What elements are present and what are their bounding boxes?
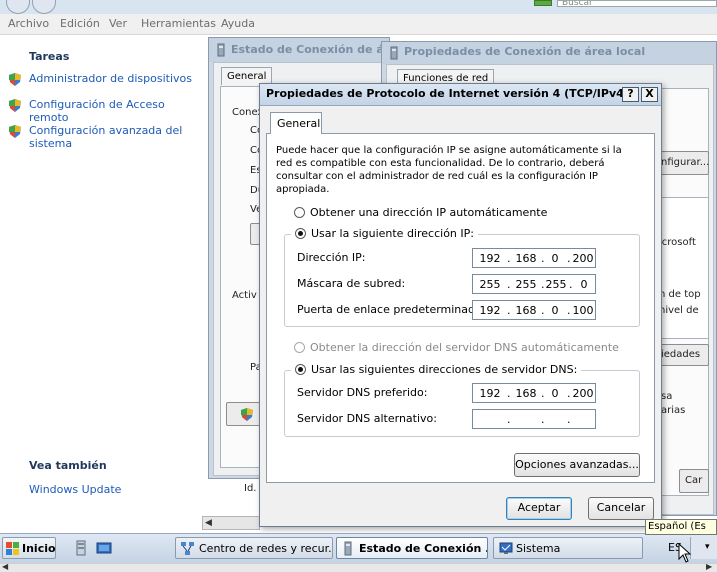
alternate-dns-label: Servidor DNS alternativo: bbox=[297, 412, 437, 425]
show-desktop-icon[interactable] bbox=[96, 540, 112, 556]
menu-bar: Archivo Edición Ver Herramientas Ayuda bbox=[0, 14, 717, 35]
link-windows-update[interactable]: Windows Update bbox=[29, 483, 121, 496]
tray-area: ▾ bbox=[690, 537, 717, 559]
scroll-right-icon[interactable]: ▶ bbox=[706, 562, 712, 571]
radio-manual-dns[interactable] bbox=[295, 364, 306, 375]
radio-manual-ip[interactable] bbox=[295, 228, 306, 239]
task-label: Centro de redes y recur... bbox=[199, 542, 333, 555]
list-item: nivel de bbox=[659, 305, 699, 316]
subnet-mask-label: Máscara de subred: bbox=[297, 277, 406, 290]
description-text: sa bbox=[661, 391, 673, 402]
shield-icon bbox=[9, 125, 21, 138]
search-input[interactable]: Buscar bbox=[557, 0, 717, 7]
network-icon bbox=[181, 542, 194, 555]
gateway-label: Puerta de enlace predeterminada: bbox=[297, 303, 486, 316]
screen-horizontal-scrollbar[interactable]: ◀ ▶ bbox=[0, 562, 717, 572]
radio-manual-dns-label[interactable]: Usar las siguientes direcciones de servi… bbox=[295, 362, 577, 377]
gateway-input[interactable]: 192. 168. 0. 100 bbox=[472, 300, 596, 320]
language-tooltip: Español (Es bbox=[645, 519, 717, 535]
task-system[interactable]: Sistema bbox=[493, 537, 643, 559]
tasks-sidebar: Tareas Administrador de dispositivos Con… bbox=[0, 35, 204, 533]
properties-button-label: iedades bbox=[661, 349, 701, 360]
configure-button-label: nfigurar... bbox=[661, 157, 710, 168]
dialog-title: Propiedades de Protocolo de Internet ver… bbox=[266, 87, 629, 100]
menu-edicion[interactable]: Edición bbox=[60, 17, 100, 30]
text-fragment: Activ bbox=[232, 290, 257, 301]
components-list[interactable] bbox=[657, 197, 709, 339]
cancel-button[interactable]: Cancelar bbox=[588, 497, 654, 520]
shield-icon bbox=[9, 99, 21, 112]
go-icon[interactable] bbox=[534, 0, 552, 6]
preferred-dns-input[interactable]: 192. 168. 0. 200 bbox=[472, 383, 596, 403]
tasks-heading: Tareas bbox=[29, 50, 70, 63]
window-titlebar[interactable]: Propiedades de Conexión de área local bbox=[382, 42, 716, 64]
see-also-heading: Vea también bbox=[29, 459, 107, 472]
preferred-dns-label: Servidor DNS preferido: bbox=[297, 386, 428, 399]
menu-ayuda[interactable]: Ayuda bbox=[221, 17, 255, 30]
radio-auto-dns-label[interactable]: Obtener la dirección del servidor DNS au… bbox=[310, 341, 619, 354]
link-advanced-system[interactable]: Configuración avanzada del sistema bbox=[29, 124, 189, 150]
radio-auto-dns[interactable] bbox=[294, 342, 305, 353]
windows-logo-icon bbox=[6, 542, 19, 555]
close-button[interactable]: X bbox=[641, 87, 658, 102]
task-connection-status[interactable]: Estado de Conexión ... bbox=[336, 537, 488, 559]
network-adapter-icon bbox=[344, 541, 352, 556]
task-label: Sistema bbox=[516, 542, 561, 555]
window-titlebar[interactable]: Estado de Conexión de área local bbox=[209, 38, 437, 62]
dialog-titlebar[interactable]: Propiedades de Protocolo de Internet ver… bbox=[260, 84, 661, 106]
radio-manual-ip-label[interactable]: Usar la siguiente dirección IP: bbox=[295, 226, 474, 241]
ip-group-header: Usar la siguiente dirección IP: bbox=[291, 226, 478, 242]
server-manager-icon[interactable] bbox=[74, 540, 90, 556]
link-remote-access[interactable]: Configuración de Acceso remoto bbox=[29, 98, 204, 124]
ip-address-label: Dirección IP: bbox=[297, 251, 366, 264]
window-title: Propiedades de Conexión de área local bbox=[404, 45, 646, 58]
link-device-manager[interactable]: Administrador de dispositivos bbox=[29, 72, 192, 85]
list-item: icrosoft bbox=[659, 237, 696, 248]
id-label: Id. bbox=[244, 483, 257, 494]
advanced-button[interactable]: Opciones avanzadas... bbox=[514, 453, 640, 477]
ipv4-properties-dialog[interactable]: Propiedades de Protocolo de Internet ver… bbox=[259, 83, 662, 527]
horizontal-scrollbar[interactable]: ◀ bbox=[202, 516, 260, 530]
alternate-dns-input[interactable]: . . . bbox=[472, 409, 596, 429]
menu-ver[interactable]: Ver bbox=[109, 17, 127, 30]
description-text: arias bbox=[661, 405, 686, 416]
start-label: Inicio bbox=[22, 542, 56, 555]
scroll-left-icon[interactable]: ◀ bbox=[205, 518, 212, 528]
menu-archivo[interactable]: Archivo bbox=[8, 17, 49, 30]
subnet-mask-input[interactable]: 255. 255. 255. 0 bbox=[472, 274, 596, 294]
system-icon bbox=[499, 542, 513, 554]
network-adapter-icon bbox=[217, 43, 225, 57]
mouse-cursor-icon bbox=[678, 543, 692, 563]
cancel-button-label: Car bbox=[685, 475, 703, 486]
tray-expand-icon[interactable]: ▾ bbox=[705, 542, 710, 552]
ip-address-input[interactable]: 192. 168. 0. 200 bbox=[472, 248, 596, 268]
help-button[interactable]: ? bbox=[622, 87, 639, 102]
network-adapter-icon bbox=[390, 46, 398, 60]
start-button[interactable]: Inicio bbox=[2, 537, 56, 559]
scroll-left-icon[interactable]: ◀ bbox=[2, 562, 8, 571]
shield-icon bbox=[241, 408, 253, 421]
task-network-center[interactable]: Centro de redes y recur... bbox=[175, 537, 333, 559]
dns-group-header: Usar las siguientes direcciones de servi… bbox=[291, 362, 582, 378]
radio-auto-ip-label[interactable]: Obtener una dirección IP automáticamente bbox=[310, 206, 547, 219]
list-item: n de top bbox=[659, 289, 701, 300]
task-label: Estado de Conexión ... bbox=[359, 542, 488, 555]
menu-herramientas[interactable]: Herramientas bbox=[141, 17, 216, 30]
ok-button[interactable]: Aceptar bbox=[506, 497, 572, 520]
tab-general[interactable]: General bbox=[270, 112, 322, 134]
shield-icon bbox=[9, 73, 21, 86]
radio-auto-ip[interactable] bbox=[294, 207, 305, 218]
description-text: Puede hacer que la configuración IP se a… bbox=[276, 145, 622, 195]
